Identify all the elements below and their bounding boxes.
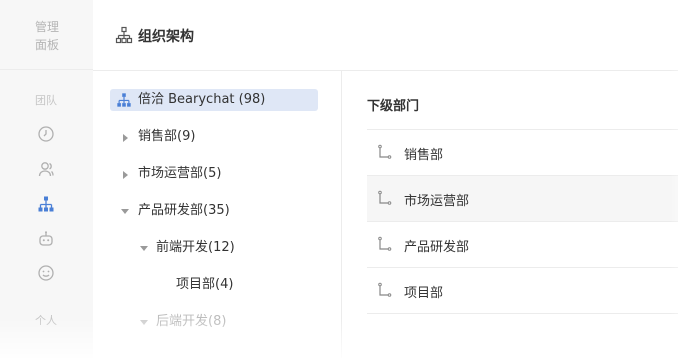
subdepartment-label: 产品研发部 (404, 240, 470, 255)
tree-item-label: 产品研发部(35) (138, 203, 230, 218)
tree-item-label: 市场运营部(5) (138, 166, 222, 181)
subdepartment-row[interactable]: 销售部 (367, 129, 678, 176)
tree-item-backend[interactable]: 后端开发(8) (140, 311, 320, 333)
branch-icon (377, 144, 393, 160)
tree-item-label: 前端开发(12) (156, 240, 235, 255)
branch-icon (377, 282, 393, 298)
tree-item-label: 项目部(4) (176, 277, 234, 292)
subdepartment-label: 销售部 (404, 148, 444, 163)
subdepartment-title: 下级部门 (367, 99, 420, 114)
sidebar: 管理 面板 团队 个人 (0, 0, 94, 358)
tree-item-product[interactable]: 产品研发部(35) (121, 200, 321, 222)
tree-item-sales[interactable]: 销售部(9) (121, 126, 321, 148)
chevron-down-icon[interactable] (140, 246, 148, 251)
sidebar-title-line2: 面板 (35, 38, 60, 52)
org-structure-panel: 组织架构 倍洽 Bearychat (98) 销售部(9) 市场运营部(5) 产… (93, 0, 678, 358)
org-chart-icon (115, 26, 133, 44)
org-chart-icon (116, 92, 132, 108)
tree-item-project[interactable]: 项目部(4) (176, 274, 316, 296)
subdepartment-label: 市场运营部 (404, 194, 470, 209)
smile-icon[interactable] (37, 264, 55, 282)
org-chart-icon[interactable] (37, 195, 55, 213)
row-divider (367, 313, 678, 315)
sidebar-divider (0, 69, 93, 70)
sidebar-title-line1: 管理 (35, 20, 60, 34)
panel-header: 组织架构 (93, 0, 678, 71)
chevron-down-icon[interactable] (140, 320, 148, 325)
branch-icon (377, 190, 393, 206)
sidebar-title: 管理 面板 (35, 18, 65, 54)
subdepartment-label: 项目部 (404, 286, 444, 301)
subdepartment-row[interactable]: 产品研发部 (367, 221, 678, 268)
tree-item-marketing[interactable]: 市场运营部(5) (121, 163, 321, 185)
users-icon[interactable] (37, 160, 55, 178)
tree-item-label: 后端开发(8) (156, 314, 227, 329)
subdepartment-list: 下级部门 销售部 市场运营部 产品研发部 项目部 (367, 71, 678, 358)
branch-icon (377, 236, 393, 252)
robot-icon[interactable] (37, 230, 55, 248)
tree-item-root[interactable]: 倍洽 Bearychat (98) (110, 89, 318, 111)
department-tree: 倍洽 Bearychat (98) 销售部(9) 市场运营部(5) 产品研发部(… (93, 71, 342, 358)
sidebar-section-personal: 个人 (35, 314, 57, 327)
clock-icon[interactable] (37, 125, 55, 143)
sidebar-section-team: 团队 (35, 94, 57, 107)
page-title: 组织架构 (138, 29, 194, 45)
subdepartment-row[interactable]: 市场运营部 (367, 175, 678, 222)
tree-item-frontend[interactable]: 前端开发(12) (140, 237, 320, 259)
chevron-right-icon[interactable] (123, 134, 128, 142)
tree-item-label: 倍洽 Bearychat (98) (138, 92, 266, 107)
tree-item-label: 销售部(9) (138, 129, 196, 144)
chevron-down-icon[interactable] (121, 209, 129, 214)
chevron-right-icon[interactable] (123, 171, 128, 179)
subdepartment-row[interactable]: 项目部 (367, 267, 678, 314)
